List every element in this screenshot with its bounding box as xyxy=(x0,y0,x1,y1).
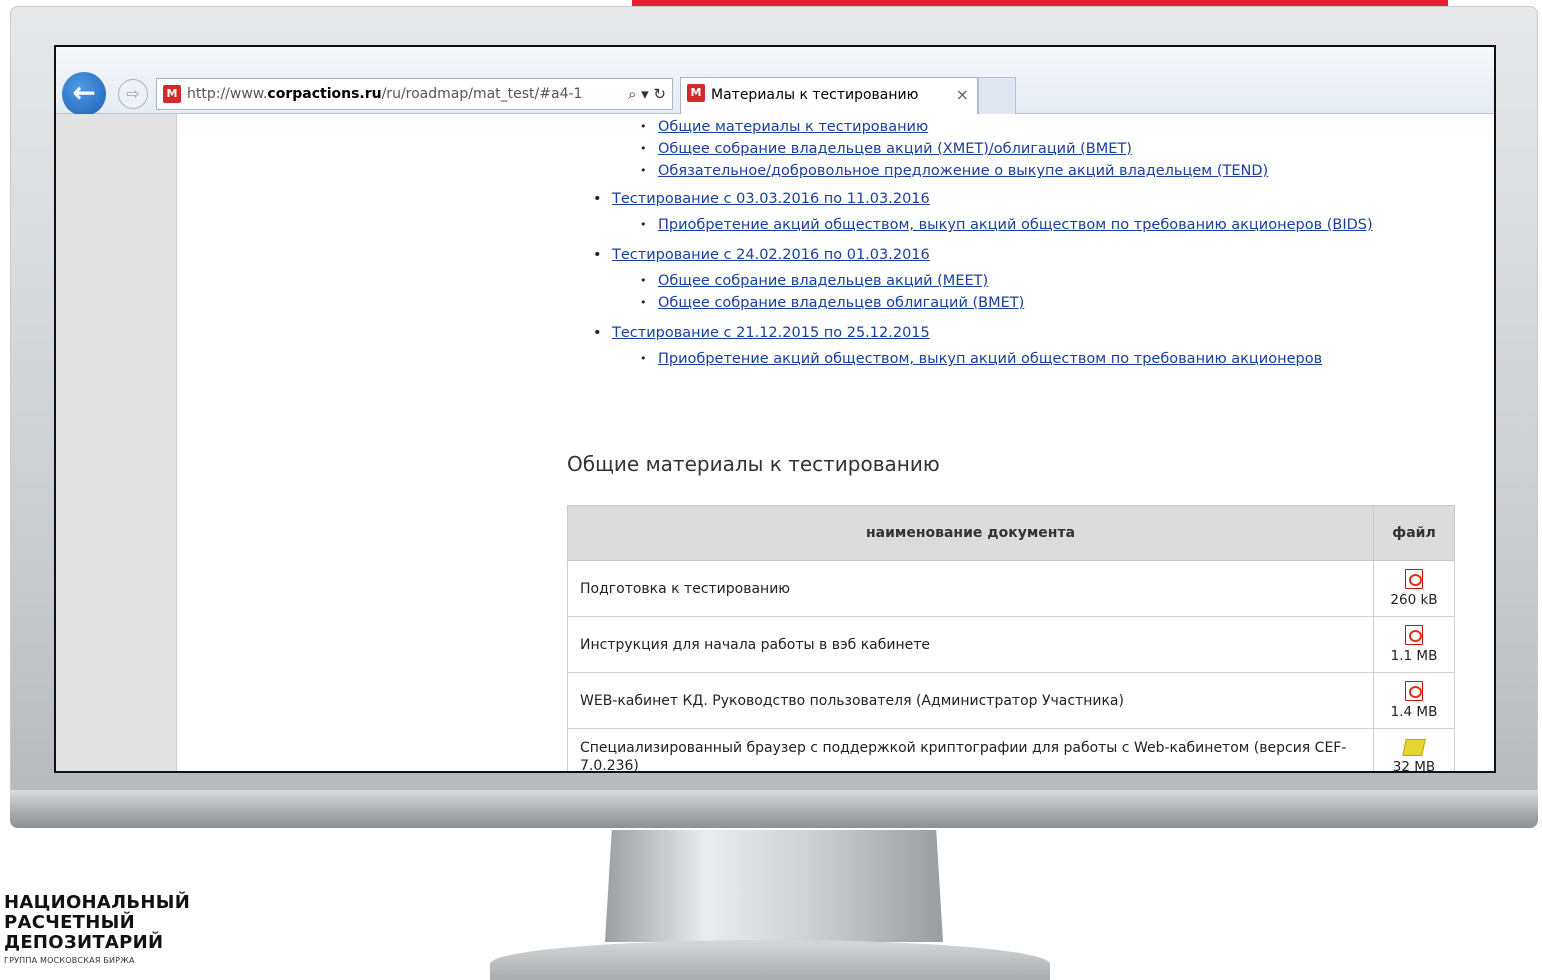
file-download[interactable]: 1.1 MB xyxy=(1373,616,1455,673)
table-row: WEB-кабинет КД. Руководство пользователя… xyxy=(567,672,1455,729)
logo-line-3: ДЕПОЗИТАРИЙ xyxy=(4,932,164,953)
site-favicon-icon: M xyxy=(163,85,181,103)
file-download[interactable]: 1.4 MB xyxy=(1373,672,1455,729)
document-name: Инструкция для начала работы в вэб кабин… xyxy=(567,616,1374,673)
document-name: Специализированный браузер с поддержкой … xyxy=(567,728,1374,771)
list-item: Приобретение акций обществом, выкуп акци… xyxy=(566,214,1373,236)
monitor-bezel-bottom xyxy=(10,790,1538,828)
nav-link[interactable]: Общие материалы к тестированию xyxy=(658,119,928,135)
nav-link[interactable]: Приобретение акций обществом, выкуп акци… xyxy=(658,351,1322,367)
document-name: WEB-кабинет КД. Руководство пользователя… xyxy=(567,672,1374,729)
address-bar-actions[interactable]: ⌕ ▾ ↻ xyxy=(628,79,666,109)
table-row: Специализированный браузер с поддержкой … xyxy=(567,728,1455,771)
archive-icon[interactable] xyxy=(1402,738,1426,756)
nav-link[interactable]: Тестирование с 24.02.2016 по 01.03.2016 xyxy=(612,247,930,263)
tab-active[interactable]: M Материалы к тестированию × xyxy=(680,77,978,114)
list-item: Общее собрание владельцев акций (MEET) xyxy=(566,270,1373,292)
list-item: Общие материалы к тестированию xyxy=(566,116,1373,138)
list-item: Тестирование с 24.02.2016 по 01.03.2016 xyxy=(566,244,1373,266)
column-header-name: наименование документа xyxy=(567,505,1374,561)
list-item: Тестирование с 03.03.2016 по 11.03.2016 xyxy=(566,188,1373,210)
section-title: Общие материалы к тестированию xyxy=(567,452,940,476)
nav-link[interactable]: Общее собрание владельцев акций (MEET) xyxy=(658,273,988,289)
web-page: Общие материалы к тестированию Общее соб… xyxy=(56,114,1494,771)
url-domain: corpactions.ru xyxy=(267,86,382,102)
monitor-stand-base xyxy=(490,940,1050,980)
file-download[interactable]: 260 kB xyxy=(1373,560,1455,617)
nav-link[interactable]: Приобретение акций обществом, выкуп акци… xyxy=(658,217,1373,233)
nav-link[interactable]: Общее собрание владельцев облигаций (BME… xyxy=(658,295,1024,311)
table-header-row: наименование документа файл xyxy=(567,505,1455,561)
new-tab-button[interactable] xyxy=(978,77,1016,114)
back-button[interactable]: ← xyxy=(62,72,106,116)
logo-line-1: НАЦИОНАЛЬНЫЙ xyxy=(4,892,191,913)
column-header-file: файл xyxy=(1373,505,1455,561)
forward-arrow-icon: ⇨ xyxy=(126,84,140,103)
nav-link[interactable]: Тестирование с 21.12.2015 по 25.12.2015 xyxy=(612,325,930,341)
monitor-stand-neck xyxy=(605,830,943,942)
list-item: Обязательное/добровольное предложение о … xyxy=(566,160,1373,182)
pdf-icon[interactable] xyxy=(1405,681,1423,701)
file-size[interactable]: 260 kB xyxy=(1390,592,1437,608)
monitor-screen: ← ⇨ Mhttp://www.corpactions.ru/ru/roadma… xyxy=(54,45,1496,773)
forward-button[interactable]: ⇨ xyxy=(118,79,148,109)
file-size[interactable]: 1.4 MB xyxy=(1391,704,1438,720)
browser-chrome: ← ⇨ Mhttp://www.corpactions.ru/ru/roadma… xyxy=(56,47,1494,116)
pdf-icon[interactable] xyxy=(1405,625,1423,645)
logo-subtitle: ГРУППА МОСКОВСКАЯ БИРЖА xyxy=(4,956,135,965)
pdf-icon[interactable] xyxy=(1405,569,1423,589)
back-arrow-icon: ← xyxy=(72,76,96,109)
list-item: Тестирование с 21.12.2015 по 25.12.2015 xyxy=(566,322,1373,344)
url-path: /ru/roadmap/mat_test/#a4-1 xyxy=(381,86,583,102)
table-row: Инструкция для начала работы в вэб кабин… xyxy=(567,616,1455,673)
nav-link[interactable]: Общее собрание владельцев акций (XMET)/о… xyxy=(658,141,1132,157)
table-row: Подготовка к тестированию 260 kB xyxy=(567,560,1455,617)
tab-close-icon[interactable]: × xyxy=(956,78,969,112)
tab-title: Материалы к тестированию xyxy=(711,87,919,103)
file-download[interactable]: 32 MB xyxy=(1373,728,1455,771)
address-bar[interactable]: Mhttp://www.corpactions.ru/ru/roadmap/ma… xyxy=(156,78,673,110)
list-item: Приобретение акций обществом, выкуп акци… xyxy=(566,348,1373,370)
nav-link[interactable]: Обязательное/добровольное предложение о … xyxy=(658,163,1268,179)
nav-link[interactable]: Тестирование с 03.03.2016 по 11.03.2016 xyxy=(612,191,930,207)
tab-favicon-icon: M xyxy=(687,84,705,102)
document-name: Подготовка к тестированию xyxy=(567,560,1374,617)
list-item: Общее собрание владельцев облигаций (BME… xyxy=(566,292,1373,314)
logo-line-2: РАСЧЕТНЫЙ xyxy=(4,912,135,933)
file-size[interactable]: 32 MB xyxy=(1393,759,1435,771)
url-prefix: http://www. xyxy=(187,86,268,102)
file-size[interactable]: 1.1 MB xyxy=(1391,648,1438,664)
company-logo: НАЦИОНАЛЬНЫЙ РАСЧЕТНЫЙ ДЕПОЗИТАРИЙ ГРУПП… xyxy=(4,892,191,966)
test-nav-list: Общие материалы к тестированию Общее соб… xyxy=(566,114,1373,370)
list-item: Общее собрание владельцев акций (XMET)/о… xyxy=(566,138,1373,160)
documents-table: наименование документа файл Подготовка к… xyxy=(567,505,1455,771)
left-sidebar xyxy=(56,114,177,771)
